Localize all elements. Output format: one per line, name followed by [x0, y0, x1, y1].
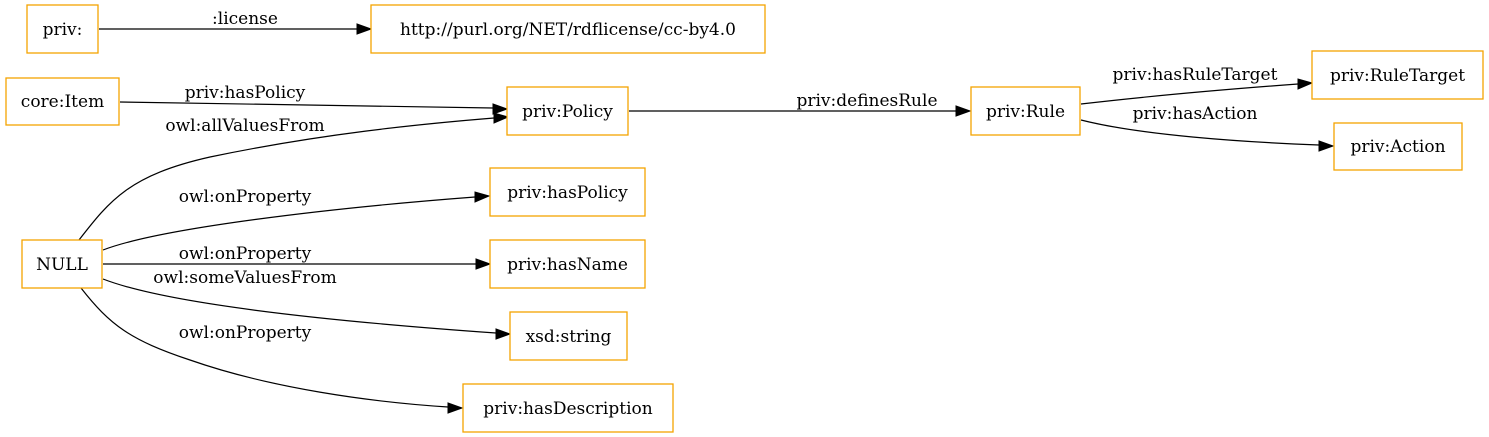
node-priv-action[interactable]: priv:Action	[1333, 122, 1463, 171]
edge-label-has-action: priv:hasAction	[1133, 104, 1258, 124]
edge-label-on-property-3: owl:onProperty	[179, 323, 312, 343]
edge-label-some-values-from: owl:someValuesFrom	[153, 268, 336, 288]
node-license-url[interactable]: http://purl.org/NET/rdflicense/cc-by4.0	[370, 4, 766, 54]
edge-label-has-rule-target: priv:hasRuleTarget	[1113, 65, 1278, 85]
edge-has-policy	[119, 101, 509, 115]
edge-has-action	[1080, 119, 1335, 152]
edge-label-all-values-from: owl:allValuesFrom	[165, 116, 324, 136]
node-label: core:Item	[21, 92, 104, 112]
edge-label-defines-rule: priv:definesRule	[796, 91, 937, 111]
node-priv-has-name[interactable]: priv:hasName	[489, 239, 646, 289]
node-label: priv:Policy	[522, 102, 613, 122]
node-label: priv:Action	[1350, 137, 1445, 157]
edge-on-property-3	[80, 287, 464, 414]
edge-label-has-policy: priv:hasPolicy	[185, 83, 306, 103]
node-xsd-string[interactable]: xsd:string	[509, 311, 628, 361]
node-label: http://purl.org/NET/rdflicense/cc-by4.0	[400, 20, 736, 40]
node-label: priv:hasDescription	[483, 399, 652, 419]
ontology-diagram: :license priv:hasPolicy priv:definesRule…	[5, 4, 1484, 433]
edge-label-license: :license	[212, 9, 278, 29]
node-label: priv:RuleTarget	[1330, 66, 1465, 86]
node-label: NULL	[36, 255, 88, 275]
node-priv[interactable]: priv:	[26, 4, 99, 54]
node-priv-has-policy[interactable]: priv:hasPolicy	[489, 167, 646, 217]
node-label: priv:Rule	[986, 102, 1065, 122]
node-priv-policy[interactable]: priv:Policy	[506, 86, 629, 136]
node-priv-rule-target[interactable]: priv:RuleTarget	[1311, 50, 1484, 100]
edge-label-on-property-2: owl:onProperty	[179, 244, 312, 264]
node-label: priv:hasName	[507, 255, 628, 275]
edge-label-on-property-1: owl:onProperty	[179, 187, 312, 207]
node-null[interactable]: NULL	[21, 239, 103, 289]
node-core-item[interactable]: core:Item	[5, 77, 120, 126]
node-label: priv:	[43, 20, 83, 40]
node-priv-has-description[interactable]: priv:hasDescription	[462, 383, 674, 433]
node-label: xsd:string	[526, 327, 612, 347]
node-label: priv:hasPolicy	[507, 183, 628, 203]
node-priv-rule[interactable]: priv:Rule	[970, 86, 1081, 136]
